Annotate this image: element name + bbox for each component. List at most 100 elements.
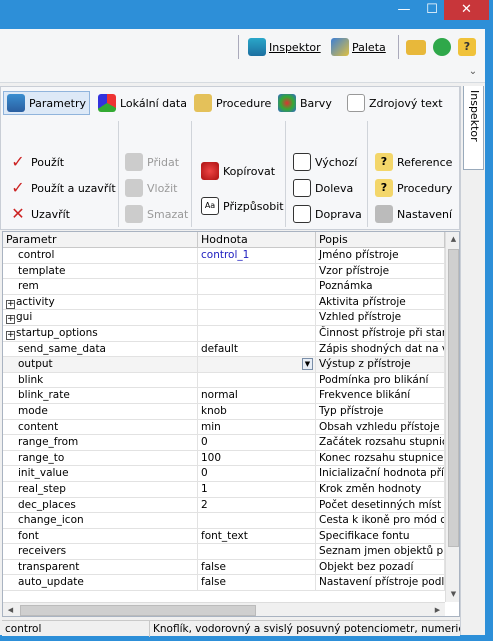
param-value-cell[interactable]: 100: [198, 450, 316, 466]
scroll-down-icon[interactable]: ▼: [446, 587, 459, 602]
table-row[interactable]: blink_rate normal Frekvence blikání: [3, 388, 445, 404]
column-header-popis[interactable]: Popis: [316, 232, 445, 248]
minimize-button[interactable]: —: [390, 0, 418, 20]
tab-lokalni-data[interactable]: Lokální data: [95, 91, 190, 115]
horizontal-scrollbar[interactable]: ◀ ▶: [3, 602, 445, 616]
delete-button[interactable]: Smazat: [125, 203, 188, 225]
table-row[interactable]: real_step 1 Krok změn hodnoty: [3, 481, 445, 498]
chevron-down-icon[interactable]: ⌄: [466, 67, 480, 77]
param-value-cell[interactable]: false: [198, 575, 316, 591]
param-description: Obsah vzhledu přístoje: [319, 420, 440, 433]
table-row[interactable]: receivers Seznam jmen objektů příjímající…: [3, 544, 445, 560]
table-row[interactable]: init_value 0 Inicializační hodnota přístro…: [3, 466, 445, 482]
table-row[interactable]: control control_1 Jméno přístroje: [3, 248, 445, 264]
expand-plus-icon[interactable]: +: [6, 330, 15, 340]
param-value-cell[interactable]: 0: [198, 466, 316, 482]
table-row[interactable]: blink Podmínka pro blikání: [3, 372, 445, 389]
expand-plus-icon[interactable]: +: [6, 299, 15, 309]
param-value-cell[interactable]: [198, 279, 316, 295]
checkmark-icon: ✓: [11, 152, 25, 171]
inspector-button[interactable]: Inspektor: [248, 36, 321, 58]
table-row[interactable]: dec_places 2 Počet desetinných míst: [3, 497, 445, 514]
param-value-cell[interactable]: ▼: [198, 357, 316, 373]
default-label: Výchozí: [315, 155, 358, 169]
table-row[interactable]: +startup_options Činnost přístroje při st…: [3, 325, 445, 342]
side-tab-inspector[interactable]: Inspektor: [463, 86, 484, 170]
default-button[interactable]: Výchozí: [293, 151, 357, 173]
table-row[interactable]: mode knob Typ přístroje: [3, 403, 445, 420]
right-button[interactable]: Doprava: [293, 203, 362, 225]
param-value-cell[interactable]: control_1: [198, 248, 316, 263]
scroll-right-icon[interactable]: ▶: [430, 603, 445, 616]
reference-label: Reference: [397, 155, 453, 169]
table-row[interactable]: auto_update false Nastavení přístroje podl…: [3, 575, 445, 592]
table-row[interactable]: range_to 100 Konec rozsahu stupnice: [3, 450, 445, 467]
group-separator: [285, 121, 286, 227]
folder-button[interactable]: [406, 36, 426, 58]
refresh-button[interactable]: [433, 36, 451, 58]
table-row[interactable]: send_same_data default Zápis shodných dat …: [3, 341, 445, 358]
maximize-button[interactable]: ☐: [418, 0, 446, 20]
table-row[interactable]: range_from 0 Začátek rozsahu stupnice: [3, 435, 445, 451]
title-bar: — ☐ ✕: [0, 0, 493, 29]
param-value-cell[interactable]: [198, 544, 316, 560]
table-row[interactable]: output ▼ Výstup z přístroje: [3, 357, 445, 373]
add-button[interactable]: Přidat: [125, 151, 179, 173]
tab-zdrojovy-text[interactable]: Zdrojový text: [344, 91, 446, 115]
param-value-cell[interactable]: [198, 310, 316, 326]
table-row[interactable]: template Vzor přístroje: [3, 263, 445, 280]
palette-button[interactable]: Paleta: [331, 36, 386, 58]
close-form-button[interactable]: ✕ Uzavřít: [9, 203, 70, 225]
param-value-cell[interactable]: [198, 263, 316, 279]
table-row[interactable]: +activity Aktivita přístroje: [3, 294, 445, 311]
tab-procedure[interactable]: Procedure: [191, 91, 274, 115]
param-value-cell[interactable]: default: [198, 341, 316, 357]
param-value-cell[interactable]: 2: [198, 497, 316, 513]
param-value-cell[interactable]: [198, 513, 316, 529]
table-row[interactable]: font font_text Specifikace fontu: [3, 528, 445, 545]
scroll-left-icon[interactable]: ◀: [3, 603, 18, 616]
tab-label: Zdrojový text: [369, 96, 443, 110]
reference-button[interactable]: ? Reference: [375, 151, 452, 173]
tab-barvy[interactable]: Barvy: [275, 91, 335, 115]
settings-button[interactable]: Nastavení: [375, 203, 452, 225]
help-button[interactable]: ?: [458, 36, 476, 58]
param-value-cell[interactable]: [198, 325, 316, 341]
table-row[interactable]: change_icon Cesta k ikoně pro mód change: [3, 513, 445, 529]
param-value-cell[interactable]: [198, 294, 316, 310]
insert-button[interactable]: Vložit: [125, 177, 177, 199]
expand-plus-icon[interactable]: +: [6, 315, 15, 325]
apply-close-button[interactable]: ✓ Použít a uzavřít: [9, 177, 115, 199]
param-value-cell[interactable]: knob: [198, 403, 316, 419]
param-value-cell[interactable]: font_text: [198, 528, 316, 544]
table-row[interactable]: +gui Vzhled přístroje: [3, 310, 445, 326]
hscroll-thumb[interactable]: [20, 605, 256, 616]
table-row[interactable]: content min Obsah vzhledu přístoje: [3, 419, 445, 436]
param-value-cell[interactable]: normal: [198, 388, 316, 404]
client-area: Inspektor Paleta ? ⌄ Parametry Lokální d…: [0, 29, 485, 637]
param-value-cell[interactable]: false: [198, 559, 316, 575]
table-row[interactable]: rem Poznámka: [3, 279, 445, 295]
column-header-hodnota[interactable]: Hodnota: [198, 232, 316, 248]
param-name-cell: blink: [3, 372, 198, 388]
param-value-cell[interactable]: 0: [198, 435, 316, 451]
tab-parametry[interactable]: Parametry: [3, 91, 90, 115]
column-header-parametr[interactable]: Parametr: [3, 232, 198, 248]
close-button[interactable]: ✕: [444, 0, 489, 20]
procedures-button[interactable]: ? Procedury: [375, 177, 452, 199]
param-value-cell[interactable]: min: [198, 419, 316, 435]
vertical-scrollbar[interactable]: ▲ ▼: [445, 232, 459, 602]
left-button[interactable]: Doleva: [293, 177, 353, 199]
dropdown-arrow-icon[interactable]: ▼: [302, 358, 313, 371]
help-icon: ?: [458, 38, 476, 56]
customize-button[interactable]: Aa Přizpůsobit: [201, 195, 284, 217]
param-value-cell[interactable]: [198, 372, 316, 388]
param-value-cell[interactable]: 1: [198, 481, 316, 497]
copy-button[interactable]: Kopírovat: [201, 160, 275, 182]
scroll-thumb[interactable]: [448, 249, 459, 547]
apply-button[interactable]: ✓ Použít: [9, 151, 64, 173]
table-row[interactable]: transparent false Objekt bez pozadí: [3, 559, 445, 576]
param-value: default: [201, 342, 238, 355]
param-value: font_text: [201, 529, 248, 542]
scroll-up-icon[interactable]: ▲: [446, 232, 459, 247]
